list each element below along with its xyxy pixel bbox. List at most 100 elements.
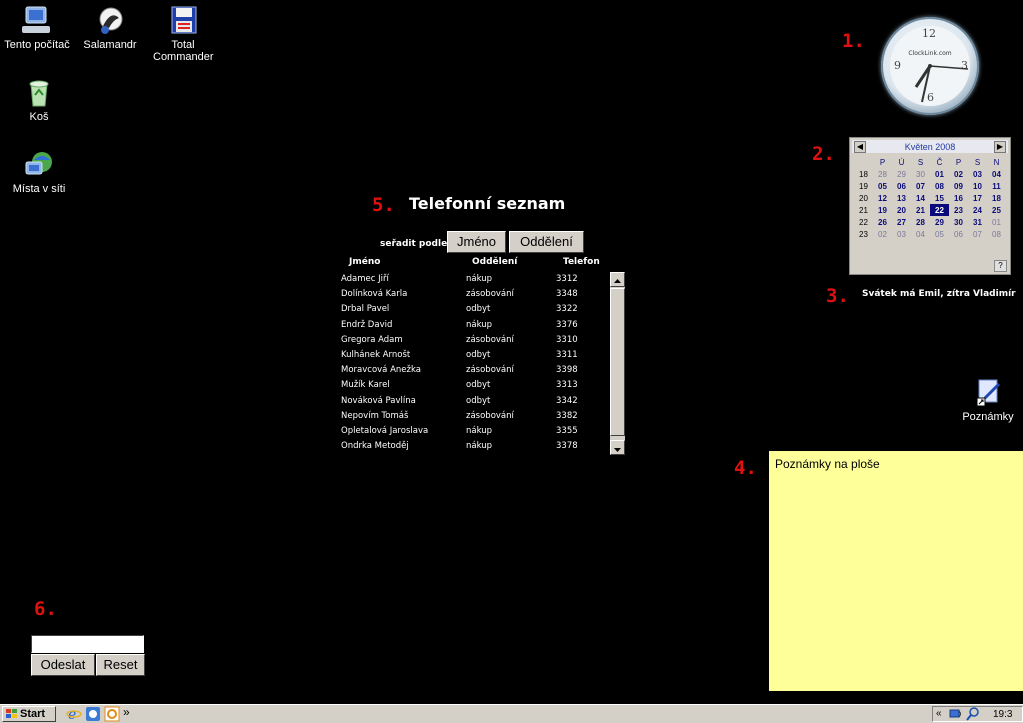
quicklaunch-more-button[interactable]: » bbox=[123, 705, 130, 719]
browser-quicklaunch-icon[interactable] bbox=[85, 706, 101, 722]
start-button[interactable]: Start bbox=[2, 706, 56, 722]
desktop-icon-total-commander[interactable]: Total Commander bbox=[143, 6, 223, 63]
submit-button[interactable]: Odeslat bbox=[31, 654, 95, 676]
marker-2: 2. bbox=[812, 143, 835, 165]
calendar-day[interactable]: 08 bbox=[987, 228, 1006, 240]
calendar-day[interactable]: 30 bbox=[949, 216, 968, 228]
contact-department: odbyt bbox=[466, 349, 491, 360]
calendar-day[interactable]: 03 bbox=[968, 168, 987, 180]
salamander-icon bbox=[93, 6, 127, 36]
app-quicklaunch-icon[interactable] bbox=[104, 706, 120, 722]
calendar-day[interactable]: 28 bbox=[911, 216, 930, 228]
desktop-icon-label: Tento počítač bbox=[4, 39, 70, 51]
scroll-thumb[interactable] bbox=[610, 288, 625, 436]
weekday-label: P bbox=[955, 157, 962, 167]
scroll-down-button[interactable] bbox=[610, 440, 625, 455]
tray-clock: 19:3 bbox=[993, 709, 1013, 720]
floppy-disk-icon bbox=[166, 6, 200, 36]
calendar-day[interactable]: 01 bbox=[930, 168, 949, 180]
phonebook-scrollbar[interactable] bbox=[610, 272, 625, 455]
next-month-button[interactable]: ▶ bbox=[994, 141, 1006, 153]
search-tray-icon[interactable] bbox=[966, 707, 980, 721]
desktop-icon-network-places[interactable]: Místa v síti bbox=[0, 150, 79, 195]
contact-name: Adamec Jiří bbox=[341, 274, 389, 284]
desktop-icon-recycle-bin[interactable]: Koš bbox=[0, 78, 79, 123]
windows-logo-icon bbox=[6, 709, 17, 718]
calendar-day[interactable]: 25 bbox=[987, 204, 1006, 216]
calendar-day[interactable]: 04 bbox=[911, 228, 930, 240]
calendar-day[interactable]: 29 bbox=[892, 168, 911, 180]
calendar-day[interactable]: 16 bbox=[949, 192, 968, 204]
calendar-day[interactable]: 29 bbox=[930, 216, 949, 228]
calendar-day[interactable]: 09 bbox=[949, 180, 968, 192]
calendar-day[interactable]: 24 bbox=[968, 204, 987, 216]
contact-department: odbyt bbox=[466, 380, 491, 391]
phonebook-row: Moravcová Anežka zásobování 3398 bbox=[341, 363, 611, 378]
column-header-name: Jméno bbox=[349, 257, 381, 267]
calendar-day[interactable]: 06 bbox=[949, 228, 968, 240]
calendar-widget: ◀ Květen 2008 ▶ P Ú S Č P S N 18 28 29 30 01… bbox=[849, 137, 1011, 275]
calendar-day[interactable]: 27 bbox=[892, 216, 911, 228]
tray-expand-button[interactable]: « bbox=[936, 708, 942, 719]
desktop-notes[interactable]: Poznámky na ploše bbox=[769, 451, 1023, 691]
column-header-department: Oddělení bbox=[472, 257, 518, 267]
desktop-icon-label: Salamandr bbox=[83, 39, 137, 51]
contact-phone: 3355 bbox=[556, 425, 578, 436]
calendar-day[interactable]: 19 bbox=[873, 204, 892, 216]
calendar-day[interactable]: 22 bbox=[930, 204, 949, 216]
weekday-label: Č bbox=[936, 157, 943, 167]
contact-department: nákup bbox=[466, 274, 493, 284]
calendar-day[interactable]: 07 bbox=[911, 180, 930, 192]
calendar-day[interactable]: 18 bbox=[987, 192, 1006, 204]
week-number: 22 bbox=[859, 217, 868, 227]
calendar-day[interactable]: 10 bbox=[968, 180, 987, 192]
calendar-day[interactable]: 11 bbox=[987, 180, 1006, 192]
desktop-icon-my-computer[interactable]: Tento počítač bbox=[0, 6, 77, 51]
sort-label: seřadit podle - bbox=[380, 239, 455, 249]
calendar-day[interactable]: 15 bbox=[930, 192, 949, 204]
calendar-day[interactable]: 07 bbox=[968, 228, 987, 240]
calendar-day[interactable]: 06 bbox=[892, 180, 911, 192]
calendar-day[interactable]: 31 bbox=[968, 216, 987, 228]
desktop-icon-label: Total Commander bbox=[153, 39, 214, 63]
contact-phone: 3348 bbox=[556, 289, 578, 300]
network-tray-icon[interactable] bbox=[948, 707, 964, 721]
reset-button[interactable]: Reset bbox=[96, 654, 145, 676]
contact-department: nákup bbox=[466, 319, 493, 330]
calendar-day[interactable]: 30 bbox=[911, 168, 930, 180]
sort-by-department-button[interactable]: Oddělení bbox=[509, 231, 584, 253]
calendar-day[interactable]: 20 bbox=[892, 204, 911, 216]
calendar-day[interactable]: 03 bbox=[892, 228, 911, 240]
start-label: Start bbox=[20, 708, 46, 720]
calendar-day[interactable]: 14 bbox=[911, 192, 930, 204]
calendar-day[interactable]: 08 bbox=[930, 180, 949, 192]
contact-phone: 3312 bbox=[556, 274, 578, 284]
contact-name: Kulhánek Arnošt bbox=[341, 349, 411, 360]
contact-name: Ondrka Metoděj bbox=[341, 441, 409, 452]
calendar-day[interactable]: 04 bbox=[987, 168, 1006, 180]
desktop-icon-notes[interactable]: Poznámky bbox=[948, 378, 1023, 423]
calendar-day[interactable]: 26 bbox=[873, 216, 892, 228]
calendar-day[interactable]: 23 bbox=[949, 204, 968, 216]
calendar-day[interactable]: 05 bbox=[930, 228, 949, 240]
desktop-icon-salamandr[interactable]: Salamandr bbox=[70, 6, 150, 51]
scroll-up-button[interactable] bbox=[610, 272, 625, 287]
calendar-day[interactable]: 28 bbox=[873, 168, 892, 180]
calendar-day[interactable]: 12 bbox=[873, 192, 892, 204]
week-number: 20 bbox=[859, 193, 868, 203]
calendar-day[interactable]: 21 bbox=[911, 204, 930, 216]
text-input[interactable] bbox=[31, 635, 144, 653]
calendar-day[interactable]: 13 bbox=[892, 192, 911, 204]
calendar-day[interactable]: 17 bbox=[968, 192, 987, 204]
calendar-header: ◀ Květen 2008 ▶ bbox=[852, 140, 1008, 153]
weekday-label: Ú bbox=[898, 157, 905, 167]
calendar-day[interactable]: 02 bbox=[873, 228, 892, 240]
calendar-day[interactable]: 02 bbox=[949, 168, 968, 180]
calendar-day[interactable]: 01 bbox=[987, 216, 1006, 228]
calendar-day[interactable]: 05 bbox=[873, 180, 892, 192]
sort-by-name-button[interactable]: Jméno bbox=[447, 231, 506, 253]
calendar-help-button[interactable]: ? bbox=[994, 260, 1007, 272]
calendar-grid: P Ú S Č P S N 18 28 29 30 01 02 03 04 19 05 06 07 08… bbox=[854, 156, 1006, 240]
phonebook-title: Telefonní seznam bbox=[409, 194, 566, 213]
internet-explorer-icon[interactable]: e bbox=[66, 706, 82, 722]
